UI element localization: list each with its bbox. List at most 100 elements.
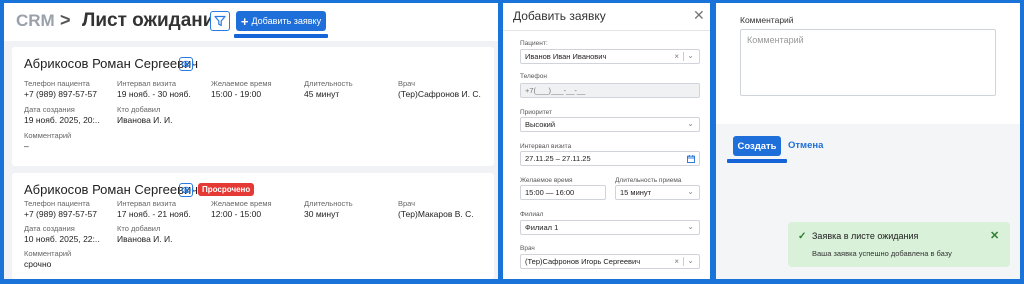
add-request-button[interactable]: + Добавить заявку xyxy=(236,11,326,31)
clear-icon[interactable]: × xyxy=(674,52,679,61)
doctor-value: (Тер)Макаров В. С. xyxy=(398,209,474,219)
clear-icon[interactable]: × xyxy=(674,257,679,266)
filter-icon xyxy=(214,15,226,27)
close-icon[interactable]: ✕ xyxy=(693,7,705,24)
time-label: Желаемое время xyxy=(211,79,272,88)
duration-label: Длительность xyxy=(304,79,353,88)
author-label: Кто добавил xyxy=(117,224,161,233)
branch-value: Филиал 1 xyxy=(525,223,559,232)
duration-label: Длительность приема xyxy=(615,177,682,184)
toast-title: Заявка в листе ожидания xyxy=(812,231,919,241)
close-icon[interactable]: ✕ xyxy=(990,229,999,242)
highlight-underline xyxy=(727,159,787,163)
time-label: Желаемое время xyxy=(520,177,573,184)
comment-placeholder: Комментарий xyxy=(747,35,804,45)
interval-value: 27.11.25 – 27.11.25 xyxy=(525,154,591,163)
interval-value: 17 нояб. - 21 нояб. xyxy=(117,209,191,219)
chevron-down-icon[interactable]: ⌄ xyxy=(687,187,694,196)
comment-textarea[interactable]: Комментарий xyxy=(740,29,996,96)
add-request-modal: Добавить заявку ✕ Пациент: Иванов Иван И… xyxy=(503,3,710,279)
doctor-label: Врач xyxy=(520,245,535,252)
author-value: Иванова И. И. xyxy=(117,115,173,125)
time-label: Желаемое время xyxy=(211,199,272,208)
interval-date-field[interactable]: 27.11.25 – 27.11.25 xyxy=(520,151,700,166)
duration-value: 45 минут xyxy=(304,89,340,99)
check-icon: ✓ xyxy=(798,231,807,242)
breadcrumb-separator: > xyxy=(60,10,71,30)
eye-icon[interactable] xyxy=(179,57,193,71)
duration-select[interactable]: 15 минут ⌄ xyxy=(615,185,700,200)
comment-value: срочно xyxy=(24,259,52,269)
phone-label: Телефон пациента xyxy=(24,79,90,88)
duration-value: 30 минут xyxy=(304,209,340,219)
patient-value: Иванов Иван Иванович xyxy=(525,52,607,61)
phone-placeholder: +7(___)___-__-__ xyxy=(525,86,586,95)
time-value: 12:00 - 15:00 xyxy=(211,209,262,219)
interval-label: Интервал визита xyxy=(520,143,572,150)
highlight-underline xyxy=(234,34,328,38)
overdue-badge: Просрочено xyxy=(198,183,255,196)
form-bottom-panel: Комментарий Комментарий Создать Отмена ✓… xyxy=(716,3,1020,279)
time-value: 15:00 - 19:00 xyxy=(211,89,262,99)
phone-label: Телефон xyxy=(520,73,547,80)
interval-label: Интервал визита xyxy=(117,199,177,208)
time-range-field[interactable]: 15:00 — 16:00 xyxy=(520,185,606,200)
doctor-value: (Тер)Сафронов Игорь Сергеевич xyxy=(525,257,641,266)
interval-value: 19 нояб. - 30 нояб. xyxy=(117,89,191,99)
page-header: CRM > Лист ожидания + Добавить заявку xyxy=(4,3,498,41)
select-separator xyxy=(683,52,684,61)
time-value: 15:00 — 16:00 xyxy=(525,188,575,197)
created-value: 19 нояб. 2025, 20:.. xyxy=(24,115,100,125)
chevron-down-icon[interactable]: ⌄ xyxy=(687,256,694,265)
page-title: Лист ожидания xyxy=(82,10,226,31)
toast-message: Ваша заявка успешно добавлена в базу xyxy=(812,249,952,258)
priority-value: Высокий xyxy=(525,120,556,129)
priority-select[interactable]: Высокий ⌄ xyxy=(520,117,700,132)
chevron-down-icon[interactable]: ⌄ xyxy=(687,222,694,231)
phone-field[interactable]: +7(___)___-__-__ xyxy=(520,83,700,98)
eye-icon[interactable] xyxy=(179,183,193,197)
duration-label: Длительность xyxy=(304,199,353,208)
request-card[interactable]: Абрикосов Роман Сергеевич Просрочено Тел… xyxy=(12,173,494,279)
doctor-label: Врач xyxy=(398,79,416,88)
filter-button[interactable] xyxy=(210,11,230,31)
success-toast: ✓ Заявка в листе ожидания ✕ Ваша заявка … xyxy=(788,222,1010,267)
created-label: Дата создания xyxy=(24,224,75,233)
create-button[interactable]: Создать xyxy=(733,136,781,156)
breadcrumb-crm[interactable]: CRM xyxy=(16,11,55,31)
modal-title: Добавить заявку xyxy=(513,9,606,23)
waiting-list-panel: CRM > Лист ожидания + Добавить заявку Аб… xyxy=(4,3,498,279)
patient-name: Абрикосов Роман Сергеевич xyxy=(24,56,199,71)
chevron-down-icon[interactable]: ⌄ xyxy=(687,119,694,128)
branch-select[interactable]: Филиал 1 ⌄ xyxy=(520,220,700,235)
patient-label: Пациент: xyxy=(520,40,548,47)
phone-value: +7 (989) 897-57-57 xyxy=(24,209,98,219)
interval-label: Интервал визита xyxy=(117,79,177,88)
priority-label: Приоритет xyxy=(520,109,553,116)
phone-value: +7 (989) 897-57-57 xyxy=(24,89,98,99)
phone-label: Телефон пациента xyxy=(24,199,90,208)
patient-name: Абрикосов Роман Сергеевич xyxy=(24,182,199,197)
branch-label: Филиал xyxy=(520,211,544,218)
doctor-value: (Тер)Сафронов И. С. xyxy=(398,89,481,99)
plus-icon: + xyxy=(240,13,249,29)
comment-label: Комментарий xyxy=(740,15,794,25)
chevron-down-icon[interactable]: ⌄ xyxy=(687,51,694,60)
duration-value: 15 минут xyxy=(620,188,652,197)
doctor-select[interactable]: (Тер)Сафронов Игорь Сергеевич × ⌄ xyxy=(520,254,700,269)
request-card[interactable]: Абрикосов Роман Сергеевич Телефон пациен… xyxy=(12,47,494,166)
doctor-label: Врач xyxy=(398,199,416,208)
select-separator xyxy=(683,257,684,266)
author-value: Иванова И. И. xyxy=(117,234,173,244)
created-label: Дата создания xyxy=(24,105,75,114)
comment-label: Комментарий xyxy=(24,249,72,258)
calendar-icon[interactable] xyxy=(687,155,695,165)
comment-value: – xyxy=(24,141,29,151)
cancel-link[interactable]: Отмена xyxy=(788,140,823,151)
patient-select[interactable]: Иванов Иван Иванович × ⌄ xyxy=(520,49,700,64)
modal-divider xyxy=(503,30,710,31)
comment-label: Комментарий xyxy=(24,131,72,140)
add-request-label: Добавить заявку xyxy=(251,16,322,26)
author-label: Кто добавил xyxy=(117,105,161,114)
created-value: 10 нояб. 2025, 22:.. xyxy=(24,234,100,244)
